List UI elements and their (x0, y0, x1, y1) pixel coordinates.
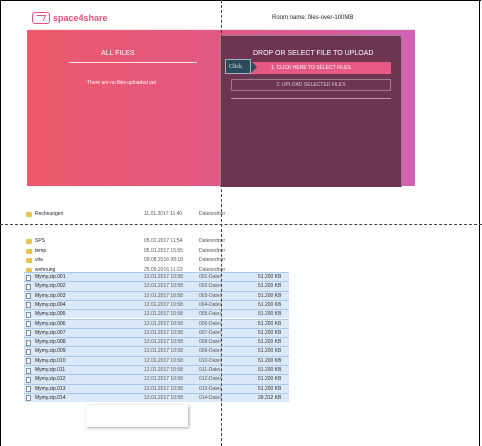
upload-title: DROP OR SELECT FILE TO UPLOAD (253, 50, 374, 57)
file-row[interactable]: Mymy.zip.008 12.01.2017 10:58 008-Datei 51.… (24, 337, 289, 347)
upload-panel[interactable]: DROP OR SELECT FILE TO UPLOAD 1. CLICK H… (220, 35, 402, 187)
file-row[interactable]: Mymy.zip.010 12.01.2017 10:58 010-Datei 51.… (24, 355, 289, 365)
no-files-message: There are no files uploaded yet (87, 80, 156, 86)
file-icon (26, 367, 31, 374)
folder-row[interactable]: vita 09.08.2016 08:18 Dateiordner (24, 256, 289, 265)
file-icon (26, 302, 31, 309)
upload-divider (231, 98, 391, 99)
row-name: vita (35, 257, 43, 263)
file-icon (26, 293, 31, 300)
file-icon (26, 321, 31, 327)
row-date: 11.01.2017 11:40 (144, 211, 183, 217)
crosshair-vertical (221, 0, 222, 446)
file-icon (26, 274, 31, 281)
file-row[interactable]: Mymy.zip.004 12.01.2017 10:58 004-Datei 51.… (24, 299, 289, 310)
folder-icon (26, 212, 32, 217)
click-annotation: Click (225, 59, 257, 74)
all-files-divider (69, 62, 197, 63)
row-name: Rechnungen (35, 211, 64, 217)
logo-text: space4share (53, 13, 108, 23)
file-row[interactable]: Mymy.zip.014 12.01.2017 10:58 014-Datei 28.… (24, 392, 289, 403)
crosshair-horizontal (0, 224, 482, 225)
file-row[interactable]: Mymy.zip.011 12.01.2017 10:58 011-Datei 51.… (24, 365, 289, 375)
row-type: 014-Datei (199, 394, 221, 401)
file-row[interactable]: Mymy.zip.002 12.01.2017 10:58 002-Datei 51.… (24, 281, 289, 291)
upload-selected-button[interactable]: 2. UPLOAD SELECTED FILES (231, 79, 391, 91)
frame-right-border (479, 0, 480, 446)
folder-row[interactable]: SPS 05.01.2017 11:54 Dateiordner (24, 237, 289, 246)
frame-top-border (0, 0, 481, 1)
file-row[interactable]: Mymy.zip.013 12.01.2017 10:58 013-Datei 51.… (24, 383, 289, 393)
file-icon (26, 348, 31, 355)
file-row[interactable]: Mymy.zip.003 12.01.2017 10:58 003-Datei 51.… (24, 290, 289, 300)
logo[interactable]: space4share (32, 12, 108, 24)
file-icon (26, 339, 31, 346)
file-row[interactable]: Mymy.zip.012 12.01.2017 10:58 012-Datei 51.… (24, 374, 289, 384)
file-icon (26, 386, 31, 393)
folder-row[interactable]: temp 05.01.2017 15:55 Dateiordner (24, 247, 289, 256)
file-row[interactable]: Mymy.zip.009 12.01.2017 10:58 009-Datei 51.… (24, 346, 289, 356)
row-size: 28.312 KB (258, 394, 282, 401)
file-icon (26, 358, 31, 365)
frame-left-border (0, 0, 1, 446)
row-date: 05.01.2017 11:54 (144, 238, 183, 244)
file-row[interactable]: Mymy.zip.006 12.01.2017 10:58 006-Datei 51.… (24, 318, 289, 328)
all-files-title: ALL FILES (101, 50, 135, 57)
row-date: 09.08.2016 08:18 (144, 257, 183, 263)
file-row[interactable]: Mymy.zip.001 12.01.2017 10:58 001-Datei 51.… (24, 272, 289, 282)
file-icon (26, 311, 31, 318)
file-icon (26, 283, 31, 290)
row-name: temp (35, 247, 47, 254)
folder-row[interactable]: Rechnungen 11.01.2017 11:40 Dateiordner (24, 210, 289, 219)
row-name: SPS (35, 238, 46, 244)
file-icon (26, 330, 31, 337)
file-icon (26, 395, 31, 402)
folder-icon (26, 239, 32, 244)
room-name: Room name: files-over-100MB (272, 15, 354, 21)
file-icon (26, 376, 31, 383)
row-date: 12.01.2017 10:58 (144, 394, 183, 401)
row-name: Mymy.zip.014 (35, 394, 66, 401)
file-row[interactable]: Mymy.zip.005 12.01.2017 10:58 005-Datei 51.… (24, 309, 289, 319)
share-logo-icon (32, 12, 50, 24)
file-row[interactable]: Mymy.zip.007 12.01.2017 10:58 007-Datei 51.… (24, 327, 289, 338)
folder-icon (26, 258, 32, 263)
file-explorer-list: Rechnungen 11.01.2017 11:40 Dateiordner SPS… (24, 210, 289, 410)
folder-icon (26, 248, 32, 254)
row-date: 05.01.2017 15:55 (144, 247, 183, 254)
drag-preview (86, 405, 188, 427)
